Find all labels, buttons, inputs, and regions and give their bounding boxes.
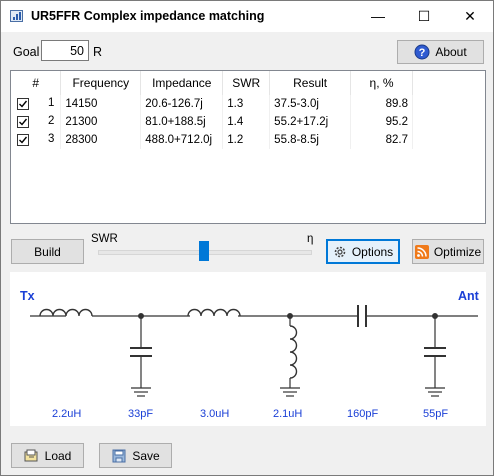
series-inductor-1 <box>39 308 93 317</box>
gear-icon <box>334 246 346 257</box>
maximize-button[interactable]: ☐ <box>401 1 447 32</box>
component-value-label: 55pF <box>423 408 449 420</box>
svg-text:?: ? <box>419 47 426 59</box>
row-impedance: 81.0+188.5j <box>140 113 224 131</box>
load-label: Load <box>44 448 72 463</box>
impedance-list[interactable]: # Frequency Impedance SWR Result η, % 1 … <box>10 70 486 224</box>
row-index: 1 <box>47 97 55 109</box>
series-inductor-2 <box>187 308 241 317</box>
component-value-label: 160pF <box>347 408 379 420</box>
optimize-button[interactable]: Optimize <box>412 239 484 264</box>
component-value-label: 33pF <box>128 408 154 420</box>
close-button[interactable]: ✕ <box>447 1 493 32</box>
app-icon <box>10 10 23 22</box>
series-capacitor <box>357 305 367 327</box>
row-result: 37.5-3.0j <box>269 95 352 113</box>
shunt-capacitor-2 <box>424 313 446 397</box>
row-swr: 1.4 <box>222 113 271 131</box>
row-swr: 1.3 <box>222 95 271 113</box>
component-value-label: 3.0uH <box>200 408 230 420</box>
shunt-capacitor-1 <box>130 313 152 397</box>
row-eta: 89.8 <box>350 95 413 113</box>
load-button[interactable]: Load <box>11 443 84 468</box>
row-index: 3 <box>47 133 55 145</box>
about-button[interactable]: ? About <box>397 40 484 64</box>
table-row[interactable]: 2 21300 81.0+188.5j 1.4 55.2+17.2j 95.2 <box>11 113 413 131</box>
build-button[interactable]: Build <box>11 239 84 264</box>
row-index: 2 <box>47 115 55 127</box>
save-label: Save <box>132 448 160 463</box>
row-result: 55.8-8.5j <box>269 131 352 149</box>
row-impedance: 488.0+712.0j <box>140 131 224 149</box>
title-bar[interactable]: UR5FFR Complex impedance matching — ☐ ✕ <box>1 1 493 32</box>
goal-unit: R <box>93 45 103 59</box>
row-checkbox[interactable] <box>17 115 29 128</box>
row-checkbox[interactable] <box>17 97 29 110</box>
row-eta: 82.7 <box>350 131 413 149</box>
window-title: UR5FFR Complex impedance matching <box>31 9 265 23</box>
swr-eta-slider-thumb[interactable] <box>199 241 209 261</box>
circuit-diagram: Tx Ant 2.2uH 33pF 3.0uH 2.1uH 160pF 55pF <box>10 272 486 426</box>
table-header-row: # Frequency Impedance SWR Result η, % <box>11 71 413 95</box>
row-eta: 95.2 <box>350 113 413 131</box>
save-icon <box>112 449 126 462</box>
col-header-impedance[interactable]: Impedance <box>140 71 224 95</box>
load-icon <box>24 449 38 461</box>
goal-label: Goal <box>13 45 40 59</box>
row-frequency: 21300 <box>60 113 142 131</box>
optimize-label: Optimize <box>433 244 482 259</box>
circuit-schematic <box>30 305 478 397</box>
save-button[interactable]: Save <box>99 443 172 468</box>
table-row[interactable]: 3 28300 488.0+712.0j 1.2 55.8-8.5j 82.7 <box>11 131 413 149</box>
options-label: Options <box>351 244 394 259</box>
options-button[interactable]: Options <box>326 239 400 264</box>
build-label: Build <box>34 244 61 259</box>
goal-input[interactable] <box>41 40 89 61</box>
main-window: UR5FFR Complex impedance matching — ☐ ✕ … <box>0 0 494 476</box>
about-label: About <box>435 45 467 59</box>
row-frequency: 14150 <box>60 95 142 113</box>
minimize-button[interactable]: — <box>355 1 401 32</box>
row-swr: 1.2 <box>222 131 271 149</box>
component-value-label: 2.2uH <box>52 408 82 420</box>
slider-swr-label: SWR <box>91 233 118 245</box>
rss-icon <box>414 244 429 259</box>
col-header-eta[interactable]: η, % <box>350 71 413 95</box>
col-header-result[interactable]: Result <box>269 71 352 95</box>
col-header-index[interactable]: # <box>11 71 62 95</box>
col-header-swr[interactable]: SWR <box>222 71 271 95</box>
impedance-table: # Frequency Impedance SWR Result η, % 1 … <box>11 71 413 149</box>
shunt-inductor <box>280 313 300 397</box>
row-checkbox[interactable] <box>17 133 29 146</box>
row-frequency: 28300 <box>60 131 142 149</box>
table-row[interactable]: 1 14150 20.6-126.7j 1.3 37.5-3.0j 89.8 <box>11 95 413 113</box>
slider-eta-label: η <box>307 233 314 245</box>
col-header-frequency[interactable]: Frequency <box>60 71 142 95</box>
component-value-label: 2.1uH <box>273 408 303 420</box>
help-icon: ? <box>414 44 430 60</box>
row-result: 55.2+17.2j <box>269 113 352 131</box>
row-impedance: 20.6-126.7j <box>140 95 224 113</box>
